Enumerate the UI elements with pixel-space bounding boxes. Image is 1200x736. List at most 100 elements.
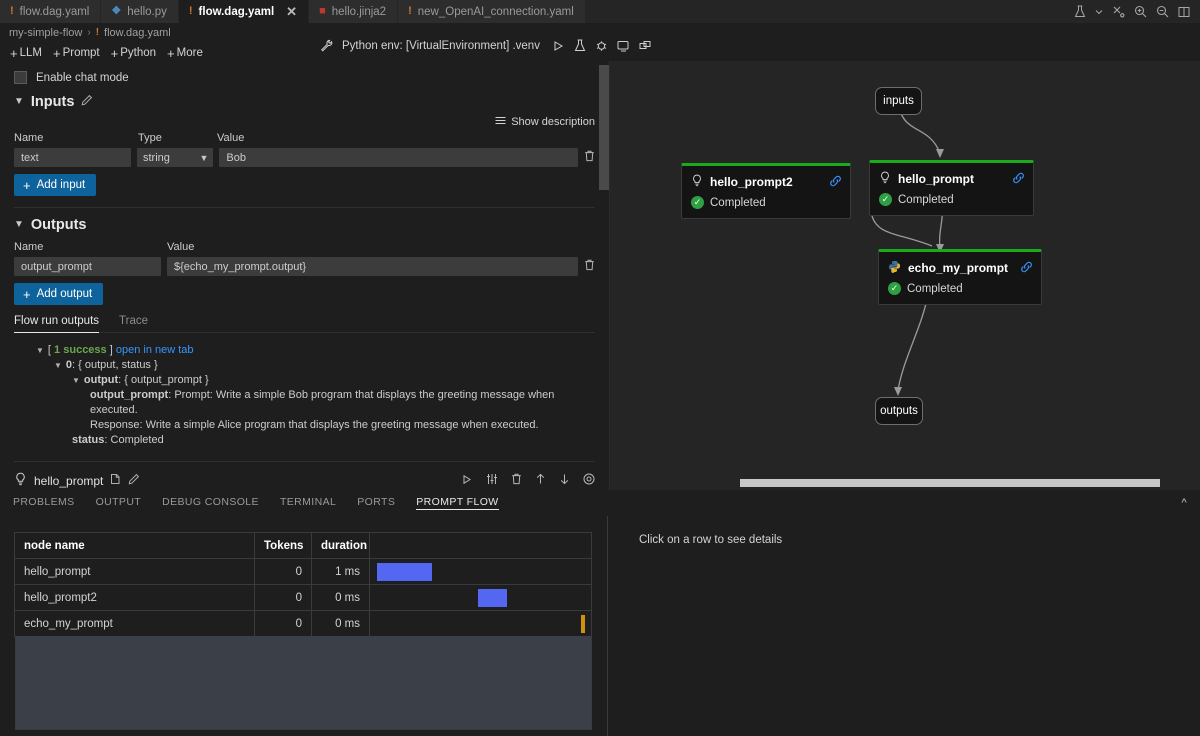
check-icon: ✓: [691, 196, 704, 209]
link-icon[interactable]: [829, 175, 842, 190]
node-detail-header: hello_prompt: [14, 472, 595, 489]
tab-debug-console[interactable]: DEBUG CONSOLE: [162, 496, 259, 510]
graph-node-status-label: Completed: [898, 193, 954, 206]
delete-input-icon[interactable]: [584, 149, 595, 167]
breadcrumb-separator-icon: ›: [87, 27, 91, 38]
left-pane-scrollbar[interactable]: [599, 65, 609, 190]
edit-pencil-icon[interactable]: [81, 94, 93, 110]
delete-icon[interactable]: [511, 473, 522, 488]
enable-chat-mode-checkbox[interactable]: [14, 71, 27, 84]
outputs-table-header: Name Value: [14, 241, 595, 253]
yaml-icon: !: [188, 5, 193, 17]
graph-node-hello-prompt2[interactable]: hello_prompt2 ✓ Completed: [681, 163, 851, 219]
wrench-icon: [320, 39, 333, 52]
target-icon[interactable]: [583, 473, 595, 488]
input-name-field[interactable]: [14, 148, 131, 167]
edit-pencil-icon[interactable]: [128, 473, 140, 488]
link-icon[interactable]: [1020, 261, 1033, 276]
move-down-icon[interactable]: [559, 473, 570, 488]
tab-trace[interactable]: Trace: [119, 315, 148, 333]
plus-icon: +: [23, 177, 31, 193]
add-output-button[interactable]: + Add output: [14, 283, 104, 305]
table-row[interactable]: hello_prompt 0 1 ms: [14, 558, 592, 585]
table-row[interactable]: hello_prompt2 0 0 ms: [14, 584, 592, 611]
debug-icon[interactable]: [595, 39, 608, 52]
tab-flow-run-outputs[interactable]: Flow run outputs: [14, 315, 100, 333]
move-up-icon[interactable]: [535, 473, 546, 488]
show-description-button[interactable]: Show description: [14, 116, 595, 128]
close-icon[interactable]: ✕: [286, 4, 297, 20]
outputs-section-header[interactable]: ▼ Outputs: [14, 217, 595, 233]
test-beaker-icon[interactable]: [1074, 5, 1086, 18]
preview-icon[interactable]: [617, 40, 630, 52]
tab-prompt-flow[interactable]: PROMPT FLOW: [416, 496, 498, 510]
editor-tab[interactable]: ❖ hello.py: [101, 0, 179, 23]
breadcrumb-file[interactable]: flow.dag.yaml: [104, 27, 171, 39]
tree-row-index[interactable]: ▼ 0: { output, status }: [14, 358, 595, 373]
open-in-new-tab-link[interactable]: open in new tab: [116, 344, 194, 356]
editor-tab-active[interactable]: ! flow.dag.yaml ✕: [178, 0, 310, 23]
copy-icon[interactable]: [110, 473, 121, 488]
graph-outputs-node[interactable]: outputs: [875, 397, 923, 425]
editor-actions: [1064, 0, 1200, 23]
chevron-down-icon[interactable]: [1095, 9, 1103, 15]
add-prompt-button[interactable]: + Prompt: [53, 47, 100, 60]
chevron-up-icon[interactable]: ^: [1181, 497, 1187, 509]
delete-output-icon[interactable]: [584, 258, 595, 276]
test-icon[interactable]: [574, 39, 586, 52]
zoom-in-icon[interactable]: [1134, 5, 1147, 18]
output-value-field[interactable]: [167, 257, 578, 276]
enable-chat-mode-row[interactable]: Enable chat mode: [14, 71, 595, 84]
graph-node-echo-my-prompt[interactable]: echo_my_prompt ✓ Completed: [878, 249, 1042, 305]
link-icon[interactable]: [1012, 172, 1025, 187]
tab-terminal[interactable]: TERMINAL: [280, 496, 336, 510]
tools-icon[interactable]: [1112, 5, 1125, 18]
tab-output[interactable]: OUTPUT: [96, 496, 142, 510]
input-value-field[interactable]: [219, 148, 578, 167]
inputs-section-header[interactable]: ▼ Inputs: [14, 94, 595, 110]
breadcrumb-root[interactable]: my-simple-flow: [9, 27, 82, 39]
add-input-button[interactable]: + Add input: [14, 174, 97, 196]
twisty-icon[interactable]: ▼: [36, 343, 44, 358]
tree-row-output[interactable]: ▼ output: { output_prompt }: [14, 373, 595, 388]
python-env-label[interactable]: Python env: [VirtualEnvironment] .venv: [342, 40, 540, 52]
tab-problems[interactable]: PROBLEMS: [13, 496, 75, 510]
graph-inputs-node[interactable]: inputs: [875, 87, 922, 115]
outputs-col-name: Name: [14, 241, 44, 253]
twisty-icon[interactable]: ▼: [72, 373, 80, 388]
graph-node-hello-prompt[interactable]: hello_prompt ✓ Completed: [869, 160, 1034, 216]
settings-sliders-icon[interactable]: [486, 473, 498, 488]
run-icon[interactable]: [552, 40, 565, 52]
editor-tab[interactable]: ■ hello.jinja2: [309, 0, 399, 23]
twisty-icon[interactable]: ▼: [54, 358, 62, 373]
jinja-icon: ■: [319, 5, 326, 17]
chevron-down-icon[interactable]: ▼: [14, 97, 24, 107]
inputs-title: Inputs: [30, 94, 75, 110]
run-node-icon[interactable]: [461, 474, 473, 488]
input-type-value: string: [143, 151, 170, 164]
node-detail-placeholder-pane: Click on a row to see details: [608, 516, 1200, 736]
output-name-field[interactable]: [14, 257, 161, 276]
input-type-select[interactable]: string ▼: [137, 148, 214, 167]
add-llm-button[interactable]: + LLM: [10, 47, 42, 60]
tree-row-root[interactable]: ▼[ 1 success ] open in new tab: [14, 343, 595, 358]
add-python-button[interactable]: + Python: [111, 47, 156, 60]
flow-graph-pane[interactable]: inputs hello_prompt2 ✓ Completed hello_p…: [610, 61, 1200, 490]
inputs-col-type: Type: [138, 132, 162, 144]
chevron-down-icon[interactable]: ▼: [14, 220, 24, 230]
graph-node-title: hello_prompt: [870, 163, 1033, 187]
tab-ports[interactable]: PORTS: [357, 496, 395, 510]
run-output-tree: ▼[ 1 success ] open in new tab ▼ 0: { out…: [14, 343, 595, 448]
graph-node-status-label: Completed: [710, 196, 766, 209]
zoom-out-icon[interactable]: [1156, 5, 1169, 18]
add-more-button[interactable]: + More: [167, 47, 203, 60]
editor-tab[interactable]: ! flow.dag.yaml: [0, 0, 102, 23]
add-python-label: Python: [120, 47, 157, 59]
plus-icon: +: [52, 45, 61, 61]
yaml-icon: !: [10, 5, 14, 17]
graph-horizontal-scrollbar[interactable]: [740, 479, 1160, 487]
split-editor-icon[interactable]: [1178, 6, 1190, 18]
editor-tab[interactable]: ! new_OpenAI_connection.yaml: [398, 0, 586, 23]
table-row[interactable]: echo_my_prompt 0 0 ms: [14, 610, 592, 637]
visual-editor-icon[interactable]: [639, 40, 651, 52]
